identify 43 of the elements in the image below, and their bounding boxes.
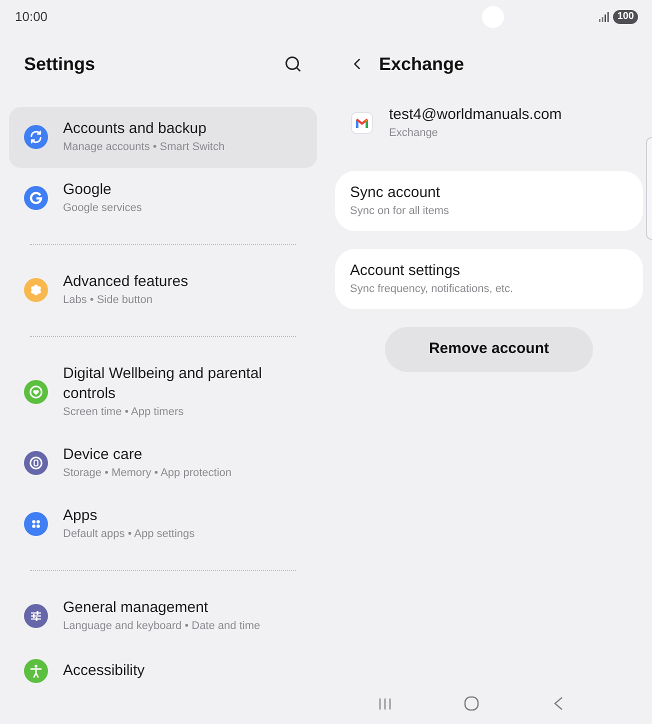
recent-apps-icon[interactable] [378,696,392,710]
item-subtitle: Manage accounts • Smart Switch [63,140,225,155]
settings-item[interactable]: Apps Default apps • App settings [9,494,317,555]
item-subtitle: Language and keyboard • Date and time [63,619,260,634]
item-title: General management [63,598,210,618]
item-subtitle: Labs • Side button [63,293,154,308]
item-title: Apps [63,506,98,526]
item-subtitle: Storage • Memory • App protection [63,466,232,481]
item-subtitle: Screen time • App timers [63,405,185,420]
settings-item[interactable]: General management Language and keyboard • Date and time [9,586,317,647]
item-subtitle: Default apps • App settings [63,527,195,542]
settings-item[interactable]: Google Google services [9,168,317,229]
signal-icon [599,12,610,22]
card-title: Account settings [350,261,462,281]
settings-item[interactable]: Accounts and backup Manage accounts • Smart Switch [9,107,317,168]
item-title: Advanced features [63,272,188,292]
account-type: Exchange [389,126,439,141]
item-title: Accounts and backup [63,119,208,139]
item-title: Google [63,180,112,200]
item-subtitle: Google services [63,201,142,216]
card-subtitle: Sync on for all items [350,204,450,219]
item-title: Device care [63,445,144,465]
edge-panel-handle[interactable] [646,137,652,240]
settings-item[interactable]: Device care Storage • Memory • App protection [9,433,317,494]
battery-indicator: 100 [613,10,638,24]
item-title: Digital Wellbeing and parental controls [63,364,264,404]
settings-card[interactable]: Sync account Sync on for all items [335,171,643,231]
card-title: Sync account [350,183,442,203]
account-email: test4@worldmanuals.com [389,105,562,125]
m-logo-icon [351,112,373,134]
settings-card[interactable]: Account settings Sync frequency, notifications, etc. [335,249,643,309]
account-row[interactable]: test4@worldmanuals.com Exchange [326,105,652,141]
panel-title: Exchange [379,52,464,76]
settings-item[interactable]: Advanced features Labs • Side button [9,260,317,321]
remove-account-button[interactable]: Remove account [385,327,593,372]
item-title: Accessibility [63,661,145,681]
home-icon[interactable] [464,696,479,711]
panel-title: Settings [24,52,96,76]
search-icon[interactable] [284,55,302,73]
status-time: 10:00 [15,8,48,26]
settings-item[interactable]: Digital Wellbeing and parental controls Screen time • App timers [9,352,317,433]
card-subtitle: Sync frequency, notifications, etc. [350,282,514,297]
settings-item[interactable]: Accessibility [9,647,317,683]
